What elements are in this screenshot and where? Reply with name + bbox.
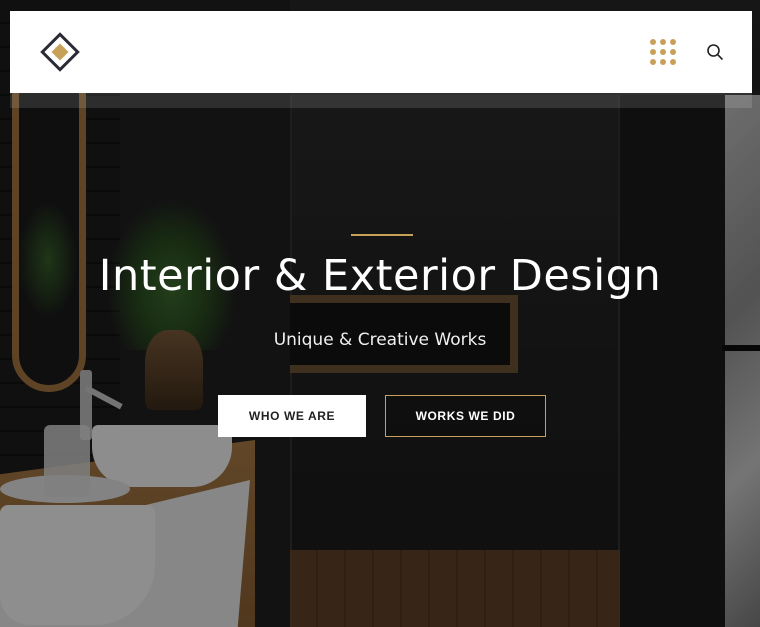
accent-divider xyxy=(351,234,413,236)
hero-title: Interior & Exterior Design xyxy=(98,251,662,301)
works-we-did-button[interactable]: WORKS WE DID xyxy=(385,395,546,437)
hero-subtitle: Unique & Creative Works xyxy=(273,330,487,350)
hero-content: Interior & Exterior Design Unique & Crea… xyxy=(0,0,760,627)
who-we-are-button[interactable]: WHO WE ARE xyxy=(218,395,366,437)
